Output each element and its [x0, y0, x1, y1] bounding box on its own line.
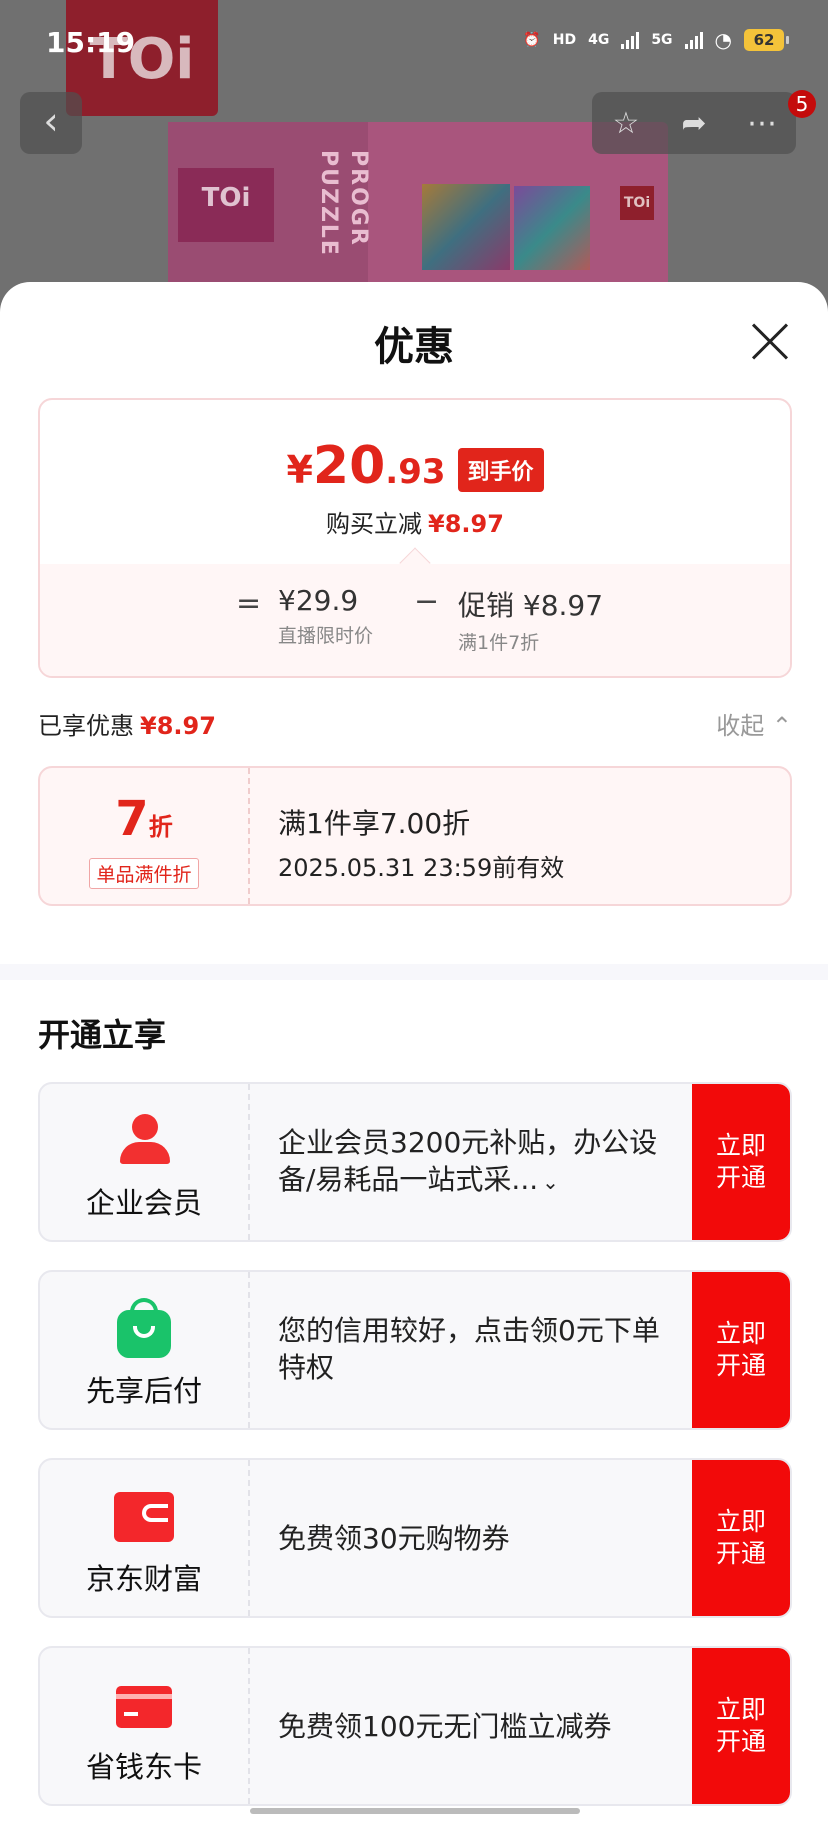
box-art-2 — [514, 186, 590, 270]
status-bar: 15:19 ⏰ HD 4G 5G ◔ 62 — [0, 0, 828, 90]
discount-type-tag: 单品满件折 — [89, 858, 199, 889]
service-left: 京东财富 — [40, 1460, 250, 1616]
status-icons: ⏰ HD 4G 5G ◔ 62 — [523, 28, 789, 52]
discount-coupon-detail: 满1件享7.00折 2025.05.31 23:59前有效 — [278, 802, 564, 883]
hd-label: HD — [552, 32, 577, 48]
enjoyed-text: 已享优惠 — [38, 712, 134, 740]
minus-sign: − — [414, 584, 440, 619]
service-left: 省钱东卡 — [40, 1648, 250, 1804]
back-button[interactable]: ‹ — [20, 92, 82, 154]
open-now-button[interactable]: 立即开通 — [692, 1460, 790, 1616]
enjoyed-value: ¥8.97 — [140, 712, 216, 740]
service-name: 先享后付 — [85, 1374, 202, 1408]
original-price-block: ¥29.9 直播限时价 — [278, 584, 373, 648]
open-now-label: 立即开通 — [715, 1695, 766, 1756]
price-breakdown: = ¥29.9 直播限时价 − 促销 ¥8.97 满1件7折 — [40, 547, 790, 676]
open-now-button[interactable]: 立即开通 — [692, 1648, 790, 1804]
service-desc: 免费领30元购物券 — [278, 1522, 510, 1555]
discount-coupon-left: 7折 单品满件折 — [40, 768, 250, 904]
box-logo: TOi — [178, 168, 274, 242]
promotion-value: 促销 ¥8.97 — [458, 589, 604, 622]
price-integer: 20 — [312, 436, 386, 496]
section-divider — [0, 964, 828, 980]
currency-symbol: ¥ — [286, 448, 313, 492]
service-desc: 企业会员3200元补贴，办公设备/易耗品一站式采... ⌄ — [278, 1124, 678, 1201]
person-icon — [114, 1110, 174, 1170]
discount-condition: 满1件享7.00折 — [278, 807, 471, 840]
service-desc-text: 企业会员3200元补贴，办公设备/易耗品一站式采... — [278, 1126, 658, 1196]
enjoyed-discount-row: 已享优惠 ¥8.97 收起 ⌃ — [38, 702, 792, 742]
price-decimal: .93 — [385, 452, 446, 492]
promotion-block: 促销 ¥8.97 满1件7折 — [458, 584, 603, 655]
service-card-saving-card: 省钱东卡 免费领100元无门槛立减券 立即开通 — [38, 1646, 792, 1806]
discount-unit: 折 — [148, 813, 173, 841]
signal-icon — [621, 31, 640, 49]
service-name: 京东财富 — [85, 1562, 202, 1596]
service-name: 企业会员 — [85, 1186, 202, 1220]
service-card-enterprise: 企业会员 企业会员3200元补贴，办公设备/易耗品一站式采... ⌄ 立即开通 — [38, 1082, 792, 1242]
box-text-2: PUZZLE — [316, 150, 341, 257]
price-card: ¥20.93 到手价 购买立减 ¥8.97 = ¥29.9 直播限时价 − 促销 … — [38, 398, 792, 678]
reduce-line: 购买立减 ¥8.97 — [40, 504, 790, 539]
sheet-title: 优惠 — [374, 324, 454, 370]
final-price: ¥20.93 — [286, 440, 445, 498]
reduce-value: ¥8.97 — [428, 510, 504, 538]
wallet-icon — [114, 1486, 174, 1546]
favorite-star-icon[interactable]: ☆ — [594, 106, 658, 141]
service-desc: 免费领100元无门槛立减券 — [278, 1710, 612, 1743]
equals-sign: = — [236, 586, 262, 621]
open-section-title: 开通立享 — [38, 1016, 167, 1054]
close-icon[interactable] — [750, 322, 790, 362]
discount-sheet: 优惠 ¥20.93 到手价 购买立减 ¥8.97 = ¥29.9 直播限时价 − … — [0, 282, 828, 1822]
service-card-pay-later: 先享后付 您的信用较好，点击领0元下单特权 立即开通 — [38, 1270, 792, 1430]
signal-icon-2 — [684, 31, 703, 49]
final-price-tag: 到手价 — [457, 448, 544, 492]
box-text-1: PROGR — [346, 150, 371, 247]
original-price: ¥29.9 — [278, 584, 359, 617]
chevron-down-icon[interactable]: ⌄ — [542, 1170, 559, 1194]
more-icon[interactable]: ⋯ — [730, 106, 794, 141]
service-left: 企业会员 — [40, 1084, 250, 1240]
open-now-button[interactable]: 立即开通 — [692, 1272, 790, 1428]
top-action-group: ☆ ➦ ⋯ — [592, 92, 796, 154]
enjoyed-label: 已享优惠 ¥8.97 — [38, 706, 216, 741]
collapse-button[interactable]: 收起 ⌃ — [716, 706, 792, 741]
discount-validity: 2025.05.31 23:59前有效 — [278, 854, 565, 882]
price-summary: ¥20.93 到手价 购买立减 ¥8.97 — [40, 400, 790, 564]
battery-indicator: 62 — [744, 29, 789, 51]
box-art-3: TOi — [620, 186, 654, 220]
home-indicator[interactable] — [250, 1808, 580, 1814]
chevron-left-icon: ‹ — [43, 99, 59, 143]
reduce-label: 购买立减 — [326, 510, 423, 538]
open-now-button[interactable]: 立即开通 — [692, 1084, 790, 1240]
service-left: 先享后付 — [40, 1272, 250, 1428]
promotion-label: 满1件7折 — [458, 632, 540, 654]
discount-coupon-card: 7折 单品满件折 满1件享7.00折 2025.05.31 23:59前有效 — [38, 766, 792, 906]
service-desc: 您的信用较好，点击领0元下单特权 — [278, 1314, 660, 1384]
original-price-label: 直播限时价 — [278, 625, 374, 647]
status-time: 15:19 — [46, 26, 136, 59]
notification-badge: 5 — [788, 90, 816, 118]
alarm-icon: ⏰ — [523, 32, 541, 48]
open-now-label: 立即开通 — [715, 1507, 766, 1568]
discount-number: 7 — [115, 791, 149, 847]
final-price-line: ¥20.93 到手价 — [40, 440, 790, 498]
box-art-1 — [422, 184, 510, 270]
open-now-label: 立即开通 — [715, 1319, 766, 1380]
share-icon[interactable]: ➦ — [662, 106, 726, 141]
network-4g-label: 4G — [588, 32, 610, 48]
discount-rate: 7折 — [40, 794, 248, 852]
shopping-bag-icon — [114, 1298, 174, 1358]
open-now-label: 立即开通 — [715, 1131, 766, 1192]
card-icon — [114, 1674, 174, 1734]
service-card-wealth: 京东财富 免费领30元购物券 立即开通 — [38, 1458, 792, 1618]
wifi-icon: ◔ — [714, 28, 732, 52]
network-5g-label: 5G — [651, 32, 673, 48]
service-name: 省钱东卡 — [85, 1750, 202, 1784]
